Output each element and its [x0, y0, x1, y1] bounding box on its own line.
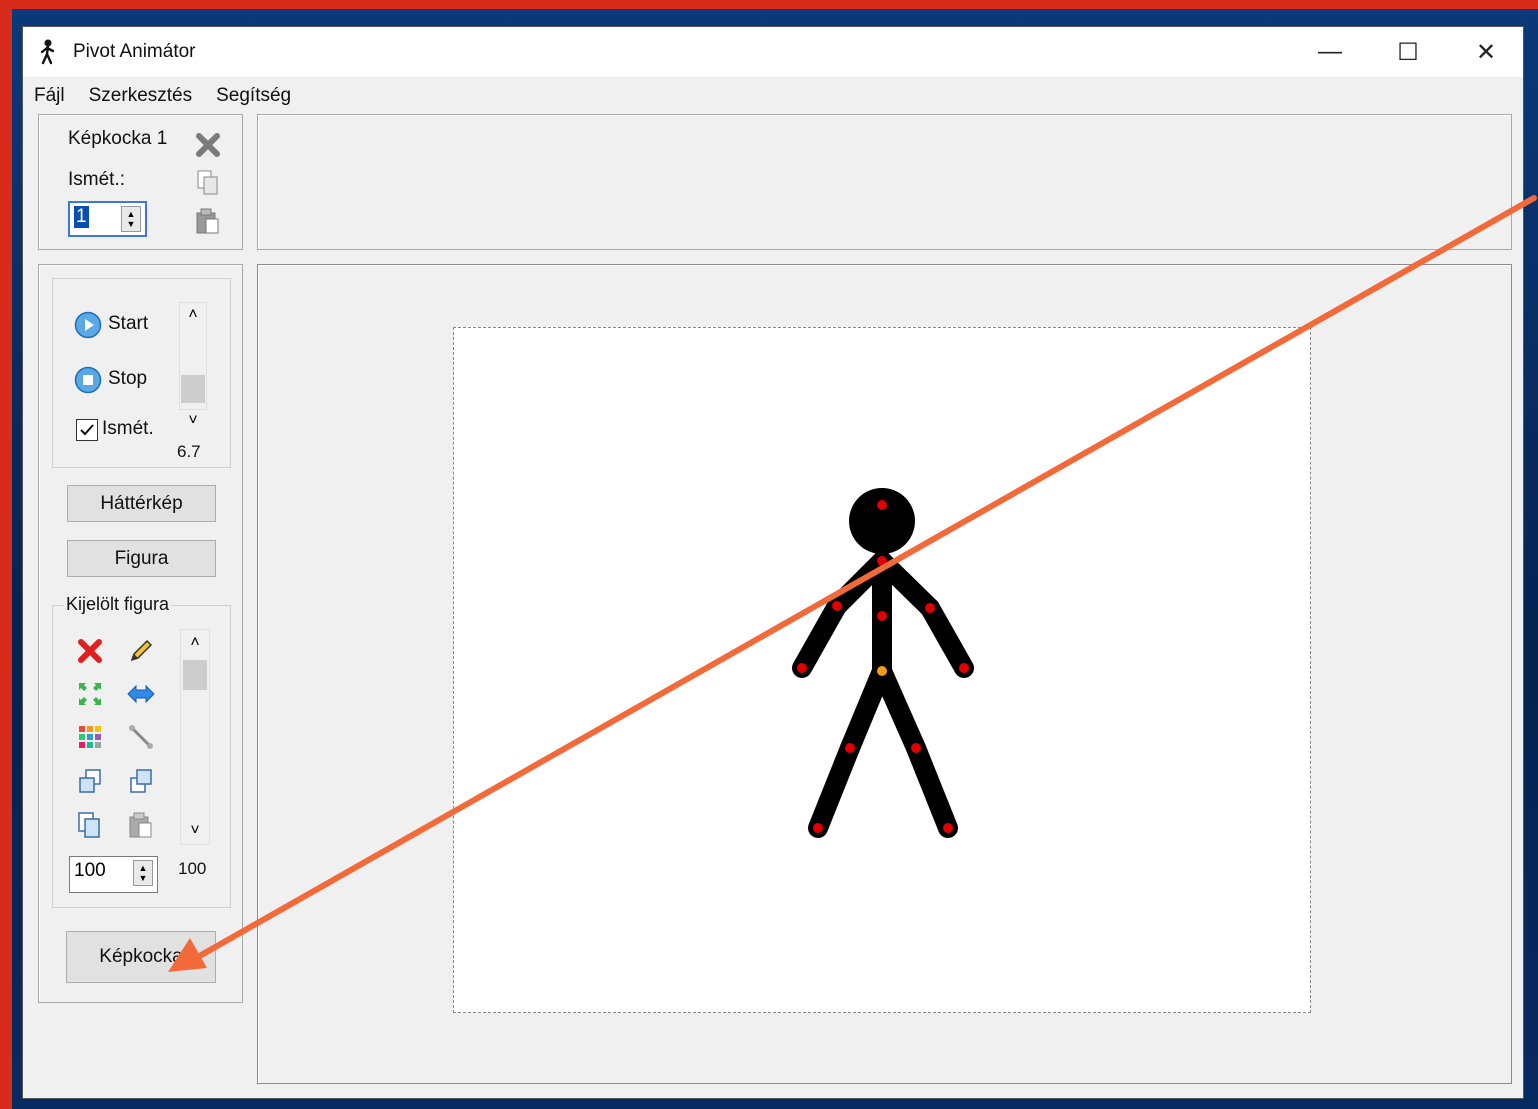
menu-file[interactable]: Fájl	[23, 81, 77, 111]
stop-icon[interactable]	[73, 365, 103, 395]
red-x-icon[interactable]	[75, 636, 105, 666]
close-x-gray-icon[interactable]	[193, 130, 223, 160]
spinner-arrows-icon[interactable]: ▲ ▼	[133, 860, 153, 886]
background-button[interactable]: Háttérkép	[67, 485, 216, 522]
app-window: Pivot Animátor — ☐ ✕ Fájl Szerkesztés Se…	[23, 27, 1523, 1098]
repeat-value: 1	[74, 206, 89, 228]
playback-group: Start Stop Ismét. ˄ ˅ 6.7	[52, 278, 231, 468]
close-button[interactable]: ✕	[1447, 27, 1525, 77]
speed-slider-thumb[interactable]	[181, 375, 205, 403]
minimize-button[interactable]: —	[1291, 27, 1369, 77]
loop-label[interactable]: Ismét.	[102, 418, 154, 440]
paste-icon[interactable]	[193, 206, 223, 236]
repeat-stepper[interactable]: 1 ▲ ▼	[68, 201, 147, 237]
start-label[interactable]: Start	[108, 313, 148, 335]
spinner-arrows-icon[interactable]: ▲ ▼	[121, 206, 141, 232]
selected-figure-label: Kijelölt figura	[64, 594, 172, 615]
window-title: Pivot Animátor	[73, 41, 196, 62]
frame-label: Képkocka 1	[68, 128, 168, 149]
menu-edit[interactable]: Szerkesztés	[77, 81, 204, 111]
bring-front-icon[interactable]	[75, 766, 105, 796]
loop-checkbox[interactable]	[76, 419, 98, 441]
speed-slider[interactable]: ˄	[179, 302, 207, 410]
stop-label[interactable]: Stop	[108, 368, 147, 390]
chevron-down-icon[interactable]: ˅	[180, 410, 206, 432]
chevron-up-icon[interactable]: ˄	[180, 303, 206, 327]
pencil-icon[interactable]	[126, 636, 156, 666]
stickman-app-icon	[39, 39, 57, 71]
scale-stepper[interactable]: 100 ▲ ▼	[69, 856, 158, 893]
add-frame-button[interactable]: Képkocka	[66, 931, 216, 983]
close-icon: ✕	[1475, 38, 1497, 66]
paste-icon[interactable]	[126, 810, 156, 840]
frames-timeline[interactable]	[257, 114, 1512, 250]
copy-icon[interactable]	[195, 169, 221, 197]
controls-panel: Start Stop Ismét. ˄ ˅ 6.7 Háttérkép Figu…	[38, 264, 243, 1003]
maximize-icon: ☐	[1397, 38, 1419, 66]
menu-help[interactable]: Segítség	[204, 81, 303, 111]
chevron-down-icon[interactable]: ˅	[181, 818, 209, 844]
copy-icon[interactable]	[75, 810, 105, 840]
flip-arrow-icon[interactable]	[126, 679, 156, 709]
figure-button[interactable]: Figura	[67, 540, 216, 577]
scale-value: 100	[74, 860, 106, 881]
repeat-label: Ismét.:	[68, 169, 126, 190]
maximize-button[interactable]: ☐	[1369, 27, 1447, 77]
send-back-icon[interactable]	[126, 766, 156, 796]
scale-slider-thumb[interactable]	[183, 660, 207, 690]
title-bar: Pivot Animátor — ☐ ✕	[23, 27, 1523, 77]
stick-figure[interactable]	[454, 328, 1310, 1012]
stage-panel	[257, 264, 1512, 1084]
speed-value: 6.7	[177, 442, 201, 461]
shrink-icon[interactable]	[75, 679, 105, 709]
scale-slider-value: 100	[178, 859, 207, 878]
scale-slider[interactable]: ˄ ˅	[180, 629, 210, 845]
frame-panel: Képkocka 1 Ismét.: 1 ▲ ▼	[38, 114, 243, 250]
color-palette-icon[interactable]	[75, 722, 105, 752]
menu-bar: Fájl Szerkesztés Segítség	[23, 81, 303, 111]
line-tool-icon[interactable]	[126, 722, 156, 752]
chevron-up-icon[interactable]: ˄	[181, 630, 209, 656]
animation-canvas[interactable]	[453, 327, 1311, 1013]
selected-figure-group: Kijelölt figura ˄ ˅ 100 ▲ ▼ 100	[52, 594, 231, 908]
play-icon[interactable]	[73, 310, 103, 340]
minimize-icon: —	[1318, 38, 1342, 65]
